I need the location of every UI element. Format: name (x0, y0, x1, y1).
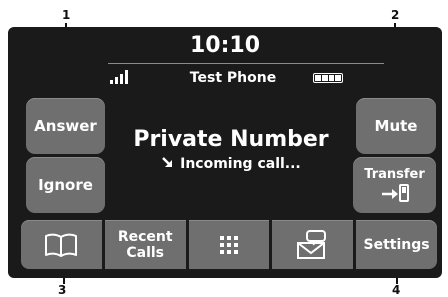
page: { "callouts": { "c1": "1", "c2": "2", "c… (0, 0, 448, 297)
ignore-label: Ignore (38, 176, 93, 194)
recent-calls-label: Recent Calls (117, 228, 173, 261)
device-name: Test Phone (189, 70, 277, 86)
incoming-arrow-icon (162, 157, 173, 167)
callout-1: 1 (62, 8, 71, 22)
keypad-button[interactable] (188, 220, 270, 269)
messages-button[interactable] (272, 220, 354, 269)
caller-name: Private Number (133, 127, 329, 152)
settings-label: Settings (363, 236, 430, 253)
phonebook-button[interactable] (21, 220, 102, 269)
answer-button[interactable]: Answer (26, 98, 105, 154)
keypad-icon (219, 235, 238, 254)
transfer-to-phone-icon (381, 184, 409, 202)
answer-label: Answer (34, 117, 97, 135)
battery-icon (313, 73, 343, 83)
transfer-label: Transfer (364, 167, 425, 182)
phonebook-icon (45, 233, 78, 257)
clock-divider (108, 63, 384, 64)
ignore-button[interactable]: Ignore (26, 157, 105, 213)
mute-button[interactable]: Mute (356, 98, 436, 154)
mute-label: Mute (374, 117, 418, 135)
settings-button[interactable]: Settings (356, 220, 437, 269)
callout-3: 3 (58, 283, 67, 297)
call-status: Incoming call... (108, 156, 354, 172)
bottom-nav: Recent Calls Settings (21, 220, 437, 269)
signal-bars-icon (110, 70, 132, 84)
messages-icon (296, 229, 326, 259)
call-status-text: Incoming call... (180, 156, 301, 172)
phone-screen: 10:10 Test Phone Answer Ignore Private N… (8, 27, 442, 278)
clock: 10:10 (189, 33, 261, 58)
callout-4: 4 (392, 283, 401, 297)
callout-2: 2 (391, 8, 400, 22)
transfer-button[interactable]: Transfer (353, 157, 436, 213)
recent-calls-button[interactable]: Recent Calls (104, 220, 186, 269)
